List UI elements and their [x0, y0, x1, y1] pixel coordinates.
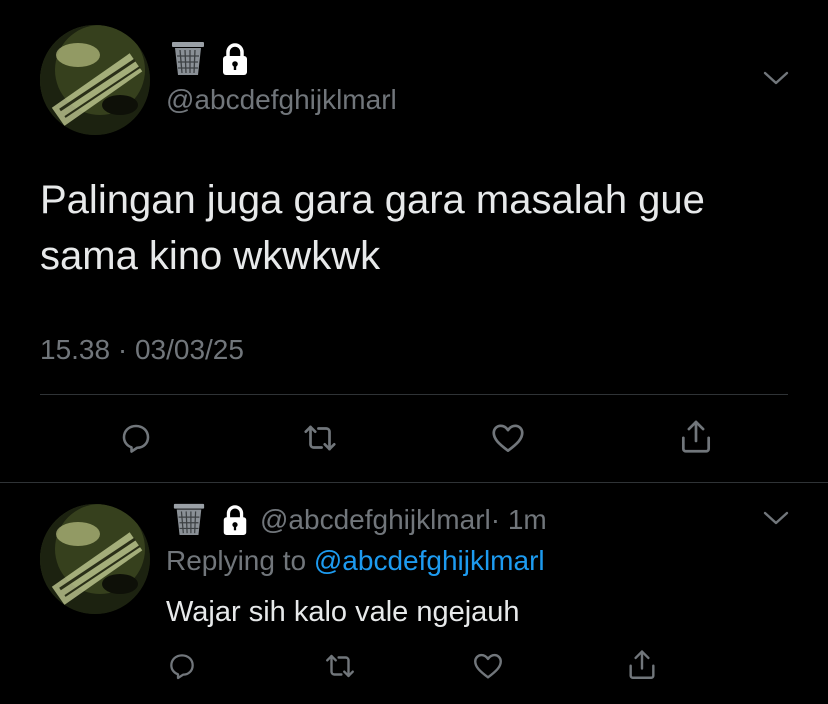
reply-time[interactable]: · 1m [491, 504, 547, 535]
trash-emoji-icon [169, 502, 209, 536]
lock-icon [220, 504, 250, 536]
like-icon[interactable] [470, 648, 506, 684]
avatar[interactable] [40, 25, 150, 135]
replying-to: Replying to @abcdefghijklmarl [166, 545, 545, 577]
replying-to-handle-link[interactable]: @abcdefghijklmarl [314, 545, 545, 576]
replying-to-label: Replying to [166, 545, 307, 576]
tweet-timestamp[interactable]: 15.38 · 03/03/25 [40, 334, 244, 366]
reply-header: @abcdefghijklmarl· 1m [260, 504, 547, 536]
author-handle[interactable]: @abcdefghijklmarl [166, 84, 397, 116]
trash-emoji-icon [168, 40, 208, 76]
like-icon[interactable] [488, 418, 528, 458]
retweet-icon[interactable] [300, 418, 340, 458]
tweet-text: Palingan juga gara gara masalah gue sama… [40, 172, 705, 284]
reply-icon[interactable] [164, 648, 200, 684]
share-icon[interactable] [624, 646, 660, 684]
tweet-text-line: sama kino wkwkwk [40, 234, 381, 278]
reply-icon[interactable] [116, 418, 156, 458]
share-icon[interactable] [676, 416, 716, 458]
tweet-text-line: Palingan juga gara gara masalah gue [40, 178, 705, 222]
reply-more-options-chevron-icon[interactable] [760, 506, 792, 530]
reply-text: Wajar sih kalo vale ngejauh [166, 596, 520, 628]
more-options-chevron-icon[interactable] [760, 66, 792, 90]
retweet-icon[interactable] [322, 648, 358, 684]
reply-avatar[interactable] [40, 504, 150, 614]
divider [40, 394, 788, 395]
lock-icon [219, 42, 251, 76]
divider [0, 482, 828, 483]
reply-author-handle[interactable]: @abcdefghijklmarl [260, 504, 491, 535]
